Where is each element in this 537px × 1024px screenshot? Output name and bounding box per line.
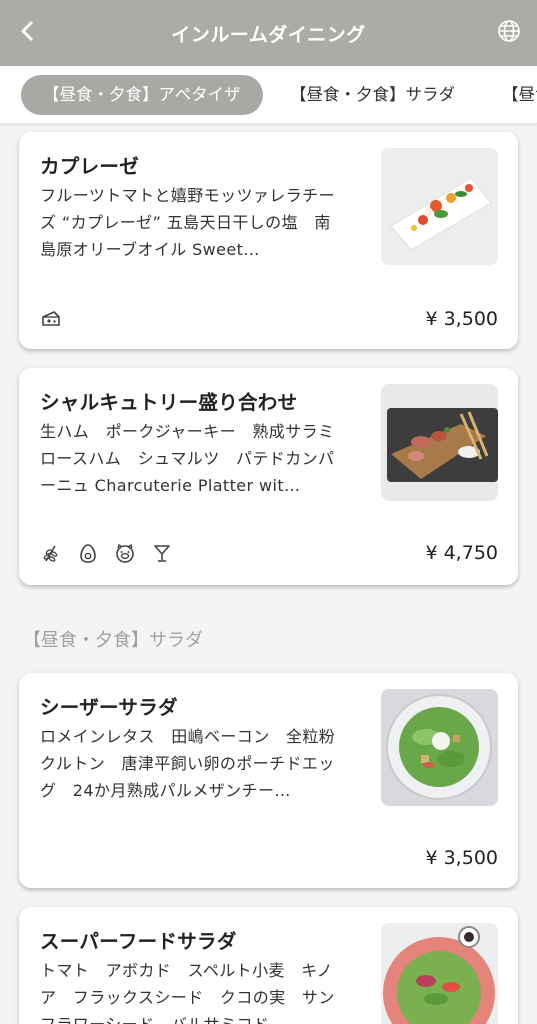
globe-icon[interactable] bbox=[497, 19, 521, 43]
item-description: 生ハム ポークジャーキー 熟成サラミ ロースハム シュマルツ パテドカンパーニュ… bbox=[40, 422, 340, 495]
item-photo bbox=[381, 384, 498, 501]
app-header: インルームダイニング bbox=[0, 0, 537, 66]
egg-icon bbox=[80, 544, 96, 563]
item-name: シャルキュトリー盛り合わせ bbox=[40, 391, 298, 414]
allergen-icons bbox=[40, 542, 173, 564]
cheese-icon bbox=[42, 311, 60, 326]
item-description: フルーツトマトと嬉野モッツァレラチーズ “カプレーゼ” 五島天日干しの塩 南島原… bbox=[40, 186, 335, 259]
item-photo bbox=[381, 148, 498, 265]
chevron-left-icon[interactable] bbox=[14, 17, 42, 45]
menu-item-card[interactable]: カプレーゼ フルーツトマトと嬉野モッツァレラチーズ “カプレーゼ” 五島天日干し… bbox=[19, 132, 518, 349]
tab-next[interactable]: 【昼食 bbox=[480, 75, 537, 115]
wheat-icon bbox=[43, 545, 58, 562]
section-heading-salad: 【昼食・夕食】サラダ bbox=[23, 630, 203, 651]
menu-item-card[interactable]: シャルキュトリー盛り合わせ 生ハム ポークジャーキー 熟成サラミ ロースハム シ… bbox=[19, 368, 518, 585]
pig-icon bbox=[116, 543, 134, 563]
item-name: スーパーフードサラダ bbox=[40, 930, 237, 953]
item-price: ¥ 4,750 bbox=[425, 542, 498, 564]
menu-item-card[interactable]: シーザーサラダ ロメインレタス 田嶋ベーコン 全粒粉クルトン 唐津平飼い卵のポー… bbox=[19, 673, 518, 888]
item-price: ¥ 3,500 bbox=[425, 308, 498, 330]
menu-item-card[interactable]: スーパーフードサラダ トマト アボカド スペルト小麦 キノア フラックスシード … bbox=[19, 907, 518, 1024]
item-price: ¥ 3,500 bbox=[425, 847, 498, 869]
item-name: カプレーゼ bbox=[40, 155, 140, 178]
page-title: インルームダイニング bbox=[171, 23, 366, 46]
item-description: トマト アボカド スペルト小麦 キノア フラックスシード クコの実 サンフラワー… bbox=[40, 961, 335, 1024]
tab-salad[interactable]: 【昼食・夕食】サラダ bbox=[268, 75, 477, 115]
item-description: ロメインレタス 田嶋ベーコン 全粒粉クルトン 唐津平飼い卵のポーチドエッグ 24… bbox=[40, 727, 336, 800]
item-name: シーザーサラダ bbox=[40, 696, 178, 719]
allergen-icons bbox=[40, 308, 62, 330]
tab-appetizer[interactable]: 【昼食・夕食】アペタイザ bbox=[21, 75, 263, 115]
item-photo bbox=[381, 689, 498, 806]
cocktail-icon bbox=[154, 545, 170, 562]
category-tabs: 【昼食・夕食】アペタイザ 【昼食・夕食】サラダ 【昼食 bbox=[0, 66, 537, 124]
item-photo bbox=[381, 923, 498, 1024]
